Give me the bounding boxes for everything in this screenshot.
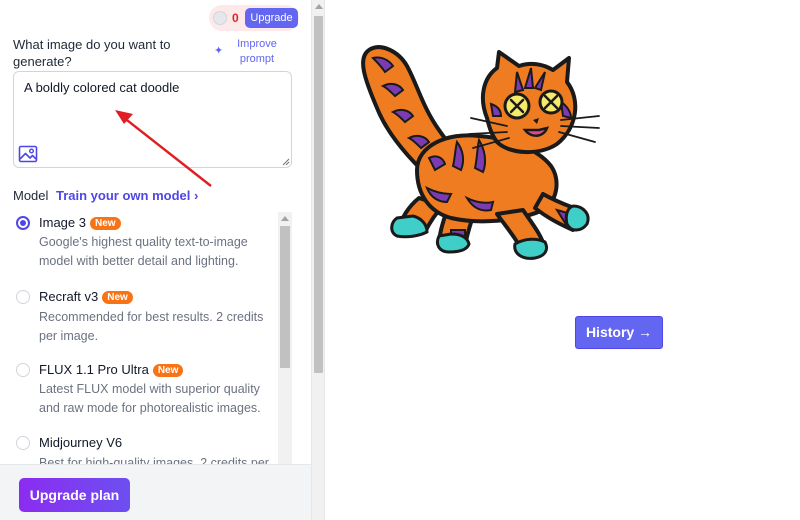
model-header: Model Train your own model › xyxy=(13,188,198,204)
scrollbar-thumb[interactable] xyxy=(314,16,323,373)
radio-unselected[interactable] xyxy=(16,290,30,304)
generated-cat-image[interactable] xyxy=(347,38,605,268)
model-name: Midjourney V6 xyxy=(39,435,123,450)
model-description: Google's highest quality text-to-image m… xyxy=(39,235,248,268)
radio-selected[interactable] xyxy=(16,216,30,230)
scrollbar-thumb[interactable] xyxy=(280,226,290,368)
resize-grip-icon[interactable] xyxy=(282,158,290,166)
panel-footer: Upgrade plan xyxy=(0,464,311,520)
new-badge: New xyxy=(102,291,133,304)
new-badge: New xyxy=(89,217,121,230)
credits-pill: 0 Upgrade xyxy=(209,5,299,31)
model-name: Recraft v3 New xyxy=(39,289,133,304)
scroll-up-arrow-icon[interactable] xyxy=(315,4,323,9)
model-description: Best for high-quality images. 2 credits … xyxy=(39,456,269,464)
image-icon[interactable] xyxy=(18,144,38,164)
model-label: Model xyxy=(13,188,49,203)
history-button[interactable]: History → xyxy=(575,316,663,349)
prompt-text: A boldly colored cat doodle xyxy=(24,80,180,95)
panel-scrollbar[interactable] xyxy=(311,0,325,520)
prompt-label: What image do you want to generate? xyxy=(13,37,171,69)
new-badge: New xyxy=(152,364,184,377)
model-name: FLUX 1.1 Pro Ultra New xyxy=(39,362,184,377)
upgrade-plan-button[interactable]: Upgrade plan xyxy=(19,478,130,512)
improve-prompt-label: Improve prompt xyxy=(237,38,277,65)
scroll-up-arrow-icon[interactable] xyxy=(281,216,289,221)
annotation-arrow xyxy=(115,110,212,187)
model-description: Latest FLUX model with superior quality … xyxy=(39,382,261,415)
credits-count: 0 xyxy=(232,11,239,25)
improve-prompt-button[interactable]: ✦ Improve prompt xyxy=(214,37,286,67)
sparkle-icon: ✦ xyxy=(214,45,224,57)
model-description: Recommended for best results. 2 credits … xyxy=(39,310,264,343)
train-own-model-link[interactable]: Train your own model › xyxy=(56,188,198,203)
radio-unselected[interactable] xyxy=(16,436,30,450)
model-name: Image 3 New xyxy=(39,215,121,230)
coin-icon xyxy=(213,11,227,25)
model-list-scrollbar[interactable] xyxy=(278,212,292,464)
model-list: Image 3 New Google's highest quality text… xyxy=(0,212,278,464)
generator-panel: 0 Upgrade What image do you want to gene… xyxy=(0,0,311,520)
upgrade-chip-button[interactable]: Upgrade xyxy=(245,8,298,28)
result-panel: History → xyxy=(325,0,800,520)
radio-unselected[interactable] xyxy=(16,363,30,377)
